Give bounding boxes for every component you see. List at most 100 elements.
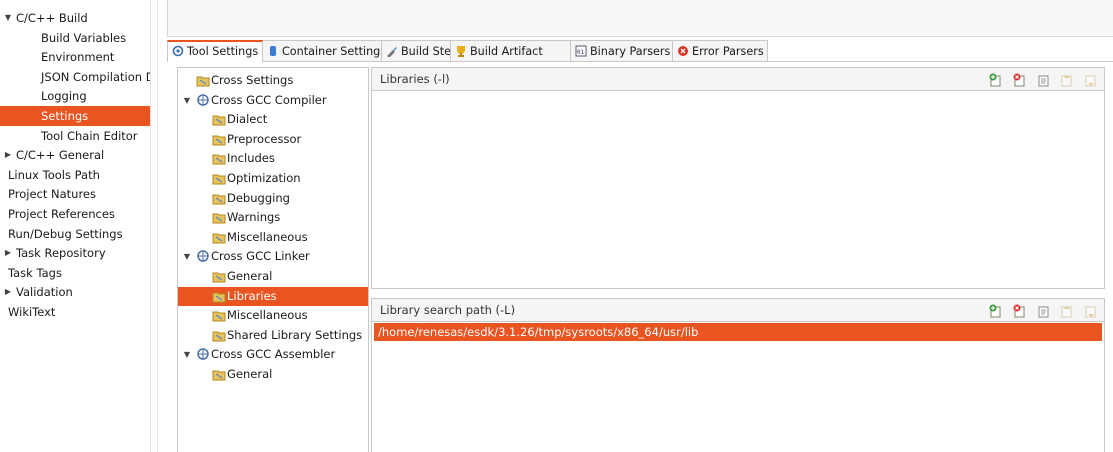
tool-tree-label: Preprocessor: [227, 131, 302, 146]
tool-tree-option[interactable]: Cross Settings: [178, 71, 368, 90]
sash-divider[interactable]: [150, 0, 151, 452]
tool-tree-label: Warnings: [227, 210, 281, 225]
tab-container-settings[interactable]: Container Settings: [262, 40, 386, 61]
nav-item-label: C/C++ Build: [16, 11, 88, 25]
option-page-icon: [212, 112, 226, 126]
nav-item[interactable]: JSON Compilation D: [0, 67, 150, 87]
move-down-icon[interactable]: [1084, 303, 1098, 318]
option-page-icon: [196, 73, 210, 87]
expand-arrow-icon[interactable]: ▶: [3, 145, 13, 165]
delete-icon[interactable]: [1013, 303, 1027, 318]
option-page-icon: [212, 308, 226, 322]
nav-item[interactable]: Settings: [0, 106, 150, 126]
add-icon[interactable]: [989, 72, 1003, 87]
nav-item[interactable]: Tool Chain Editor: [0, 126, 150, 146]
collapse-arrow-icon[interactable]: ▼: [3, 8, 13, 28]
libraries-panel-header: Libraries (-l): [372, 68, 1104, 91]
nav-item-label: Linux Tools Path: [8, 167, 100, 182]
tab-binary-parsers[interactable]: 01 Binary Parsers: [570, 40, 673, 61]
option-page-icon: [212, 328, 226, 342]
nav-item[interactable]: Build Variables: [0, 28, 150, 48]
tab-label: Binary Parsers: [590, 45, 671, 58]
tab-build-artifact[interactable]: Build Artifact: [450, 40, 571, 61]
container-icon: [267, 43, 279, 56]
tool-tree-option[interactable]: Debugging: [178, 189, 368, 208]
option-page-icon: [212, 210, 226, 224]
nav-item-label: Project Natures: [8, 187, 96, 202]
collapse-arrow-icon[interactable]: ▼: [182, 91, 192, 110]
nav-item[interactable]: Environment: [0, 47, 150, 67]
tool-tree-label: Libraries: [227, 288, 277, 303]
svg-text:01: 01: [577, 49, 585, 56]
tool-tree-label: Cross Settings: [211, 73, 294, 87]
tool-tree-option[interactable]: Miscellaneous: [178, 306, 368, 325]
move-down-icon[interactable]: [1084, 72, 1098, 87]
nav-item[interactable]: Logging: [0, 86, 150, 106]
tool-tree-label: Miscellaneous: [227, 308, 308, 323]
tool-tree-tool[interactable]: ▼ Cross GCC Linker: [178, 247, 368, 266]
tool-settings-tree: Cross Settings ▼ Cross GCC Compiler Dialect…: [177, 67, 369, 452]
nav-item[interactable]: ▼ C/C++ Build: [0, 8, 150, 28]
tool-tree-option[interactable]: Preprocessor: [178, 130, 368, 149]
nav-item[interactable]: Project References: [0, 204, 150, 224]
delete-icon[interactable]: [1013, 72, 1027, 87]
nav-item-label: WikiText: [8, 305, 56, 319]
settings-tab-bar: Tool Settings Container Settings Build Ste…: [167, 40, 768, 62]
search-path-entry[interactable]: /home/renesas/esdk/3.1.26/tmp/sysroots/x…: [374, 323, 1102, 341]
nav-item[interactable]: ▶ C/C++ General: [0, 145, 150, 165]
error-parsers-icon: [677, 43, 689, 56]
nav-item-label: C/C++ General: [16, 148, 105, 163]
search-path-panel-toolbar: [983, 303, 1098, 318]
nav-item[interactable]: Run/Debug Settings: [0, 224, 150, 244]
tool-tree-label: Shared Library Settings: [227, 327, 363, 342]
nav-item-label: Logging: [41, 89, 87, 104]
tool-tree-option[interactable]: Warnings: [178, 208, 368, 227]
edit-icon[interactable]: [1037, 303, 1051, 318]
library-search-path-panel: Library search path (-L) /home/renesas/e…: [371, 298, 1105, 452]
expand-arrow-icon[interactable]: ▶: [3, 282, 13, 302]
tool-tree-tool[interactable]: ▼ Cross GCC Assembler: [178, 345, 368, 364]
option-page-icon: [212, 171, 226, 185]
tool-tree-option[interactable]: General: [178, 365, 368, 384]
tool-icon: [196, 249, 210, 263]
nav-item-label: Environment: [41, 50, 115, 65]
tool-tree-option[interactable]: Miscellaneous: [178, 228, 368, 247]
tool-settings-icon: [172, 44, 184, 57]
nav-item[interactable]: Project Natures: [0, 184, 150, 204]
property-page-tree: ▼ C/C++ Build Build Variables Environment JS…: [0, 0, 150, 452]
build-artifact-icon: [455, 43, 467, 57]
tool-tree-tool[interactable]: ▼ Cross GCC Compiler: [178, 91, 368, 110]
nav-item[interactable]: ▶ Validation: [0, 282, 150, 302]
libraries-list-panel: Libraries (-l): [371, 67, 1105, 289]
tool-tree-option[interactable]: Includes: [178, 149, 368, 168]
tab-label: Error Parsers: [692, 45, 764, 58]
tab-baseline: [167, 61, 1113, 62]
collapse-arrow-icon[interactable]: ▼: [182, 345, 192, 364]
binary-parsers-icon: 01: [575, 43, 587, 57]
nav-item[interactable]: Linux Tools Path: [0, 165, 150, 185]
move-up-icon[interactable]: [1060, 72, 1074, 87]
tool-tree-option[interactable]: Shared Library Settings: [178, 326, 368, 345]
nav-item[interactable]: Task Tags: [0, 263, 150, 283]
tool-tree-label: Includes: [227, 151, 275, 166]
tool-tree-option[interactable]: Dialect: [178, 110, 368, 129]
tab-label: Container Settings: [282, 45, 387, 58]
tool-tree-option[interactable]: Optimization: [178, 169, 368, 188]
add-icon[interactable]: [989, 303, 1003, 318]
sash-divider-edge: [157, 0, 158, 452]
tab-label: Tool Settings: [187, 45, 259, 58]
option-page-icon: [212, 269, 226, 283]
expand-arrow-icon[interactable]: ▶: [3, 243, 13, 263]
collapse-arrow-icon[interactable]: ▼: [182, 247, 192, 266]
tab-error-parsers[interactable]: Error Parsers: [672, 40, 768, 61]
tab-tool-settings[interactable]: Tool Settings: [167, 40, 263, 62]
move-up-icon[interactable]: [1060, 303, 1074, 318]
nav-item[interactable]: WikiText: [0, 302, 150, 322]
nav-item[interactable]: ▶ Task Repository: [0, 243, 150, 263]
tab-build-steps[interactable]: Build Steps: [381, 40, 464, 61]
edit-icon[interactable]: [1037, 72, 1051, 87]
nav-item-label: Settings: [41, 109, 89, 123]
tool-tree-option[interactable]: Libraries: [178, 286, 368, 306]
tool-tree-label: General: [227, 367, 273, 381]
tool-tree-option[interactable]: General: [178, 267, 368, 286]
